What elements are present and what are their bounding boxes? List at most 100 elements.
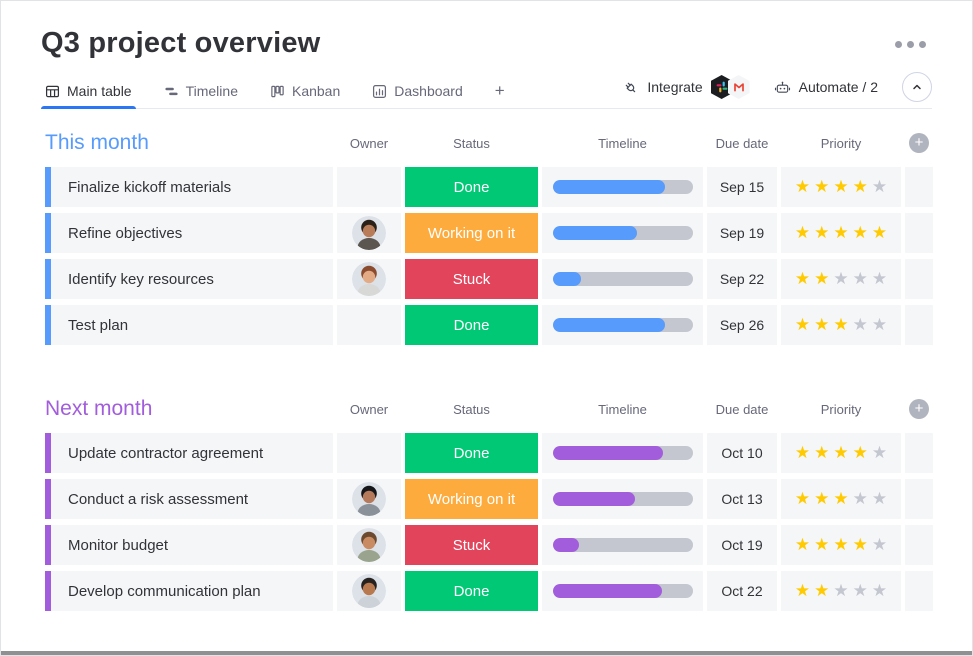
status-cell[interactable]: Done — [405, 433, 538, 473]
star-icon[interactable]: ★ — [795, 443, 810, 463]
owner-cell[interactable] — [337, 479, 401, 519]
star-icon[interactable]: ★ — [795, 269, 810, 289]
owner-cell[interactable] — [337, 525, 401, 565]
status-cell[interactable]: Done — [405, 305, 538, 345]
due-date-cell[interactable]: Oct 19 — [707, 525, 777, 565]
column-header-status[interactable]: Status — [405, 402, 538, 417]
tab-dashboard[interactable]: Dashboard — [368, 79, 467, 108]
due-date-cell[interactable]: Oct 22 — [707, 571, 777, 611]
star-icon[interactable]: ★ — [795, 177, 810, 197]
due-date-cell[interactable]: Sep 15 — [707, 167, 777, 207]
star-icon[interactable]: ★ — [872, 315, 887, 335]
status-cell[interactable]: Working on it — [405, 213, 538, 253]
status-cell[interactable]: Stuck — [405, 259, 538, 299]
priority-cell[interactable]: ★★★★★ — [781, 571, 901, 611]
star-icon[interactable]: ★ — [814, 489, 829, 509]
owner-cell[interactable] — [337, 571, 401, 611]
column-header-priority[interactable]: Priority — [781, 136, 901, 151]
star-icon[interactable]: ★ — [795, 489, 810, 509]
star-icon[interactable]: ★ — [833, 223, 848, 243]
star-icon[interactable]: ★ — [853, 223, 868, 243]
tab-timeline[interactable]: Timeline — [160, 79, 242, 108]
tab-main-table[interactable]: Main table — [41, 79, 136, 108]
star-icon[interactable]: ★ — [814, 177, 829, 197]
star-icon[interactable]: ★ — [872, 269, 887, 289]
add-column-button[interactable]: + — [909, 399, 929, 419]
star-icon[interactable]: ★ — [814, 269, 829, 289]
owner-cell[interactable] — [337, 259, 401, 299]
integrate-button[interactable]: Integrate — [622, 75, 749, 99]
column-header-timeline[interactable]: Timeline — [542, 136, 703, 151]
star-icon[interactable]: ★ — [872, 223, 887, 243]
column-header-owner[interactable]: Owner — [337, 402, 401, 417]
star-icon[interactable]: ★ — [833, 581, 848, 601]
timeline-cell[interactable] — [542, 571, 703, 611]
star-icon[interactable]: ★ — [814, 581, 829, 601]
due-date-cell[interactable]: Oct 13 — [707, 479, 777, 519]
star-icon[interactable]: ★ — [872, 489, 887, 509]
priority-cell[interactable]: ★★★★★ — [781, 525, 901, 565]
star-icon[interactable]: ★ — [853, 315, 868, 335]
task-name-cell[interactable]: Conduct a risk assessment — [45, 479, 333, 519]
timeline-cell[interactable] — [542, 479, 703, 519]
star-icon[interactable]: ★ — [814, 315, 829, 335]
task-name-cell[interactable]: Develop communication plan — [45, 571, 333, 611]
star-icon[interactable]: ★ — [872, 535, 887, 555]
star-icon[interactable]: ★ — [814, 535, 829, 555]
column-header-timeline[interactable]: Timeline — [542, 402, 703, 417]
priority-cell[interactable]: ★★★★★ — [781, 167, 901, 207]
timeline-cell[interactable] — [542, 259, 703, 299]
star-icon[interactable]: ★ — [795, 535, 810, 555]
star-icon[interactable]: ★ — [872, 581, 887, 601]
star-icon[interactable]: ★ — [833, 443, 848, 463]
task-name-cell[interactable]: Identify key resources — [45, 259, 333, 299]
star-icon[interactable]: ★ — [833, 315, 848, 335]
star-icon[interactable]: ★ — [853, 535, 868, 555]
tab-add-view[interactable]: + — [491, 77, 509, 108]
task-name-cell[interactable]: Refine objectives — [45, 213, 333, 253]
column-header-status[interactable]: Status — [405, 136, 538, 151]
group-title[interactable]: This month — [45, 131, 333, 155]
priority-cell[interactable]: ★★★★★ — [781, 213, 901, 253]
column-header-priority[interactable]: Priority — [781, 402, 901, 417]
owner-cell[interactable] — [337, 167, 401, 207]
task-name-cell[interactable]: Update contractor agreement — [45, 433, 333, 473]
timeline-cell[interactable] — [542, 167, 703, 207]
star-icon[interactable]: ★ — [795, 223, 810, 243]
timeline-cell[interactable] — [542, 305, 703, 345]
priority-cell[interactable]: ★★★★★ — [781, 433, 901, 473]
owner-cell[interactable] — [337, 305, 401, 345]
column-header-owner[interactable]: Owner — [337, 136, 401, 151]
collapse-header-button[interactable] — [902, 72, 932, 102]
task-name-cell[interactable]: Monitor budget — [45, 525, 333, 565]
column-header-due-date[interactable]: Due date — [707, 402, 777, 417]
star-icon[interactable]: ★ — [853, 443, 868, 463]
star-icon[interactable]: ★ — [814, 443, 829, 463]
timeline-cell[interactable] — [542, 525, 703, 565]
timeline-cell[interactable] — [542, 213, 703, 253]
star-icon[interactable]: ★ — [872, 443, 887, 463]
owner-cell[interactable] — [337, 213, 401, 253]
status-cell[interactable]: Working on it — [405, 479, 538, 519]
due-date-cell[interactable]: Sep 26 — [707, 305, 777, 345]
task-name-cell[interactable]: Test plan — [45, 305, 333, 345]
status-cell[interactable]: Done — [405, 571, 538, 611]
star-icon[interactable]: ★ — [853, 489, 868, 509]
star-icon[interactable]: ★ — [795, 315, 810, 335]
priority-cell[interactable]: ★★★★★ — [781, 305, 901, 345]
star-icon[interactable]: ★ — [872, 177, 887, 197]
status-cell[interactable]: Stuck — [405, 525, 538, 565]
board-menu-button[interactable] — [893, 35, 928, 54]
column-header-due-date[interactable]: Due date — [707, 136, 777, 151]
star-icon[interactable]: ★ — [814, 223, 829, 243]
status-cell[interactable]: Done — [405, 167, 538, 207]
star-icon[interactable]: ★ — [833, 489, 848, 509]
star-icon[interactable]: ★ — [833, 177, 848, 197]
tab-kanban[interactable]: Kanban — [266, 79, 344, 108]
add-column-button[interactable]: + — [909, 133, 929, 153]
priority-cell[interactable]: ★★★★★ — [781, 259, 901, 299]
owner-cell[interactable] — [337, 433, 401, 473]
star-icon[interactable]: ★ — [833, 535, 848, 555]
timeline-cell[interactable] — [542, 433, 703, 473]
priority-cell[interactable]: ★★★★★ — [781, 479, 901, 519]
